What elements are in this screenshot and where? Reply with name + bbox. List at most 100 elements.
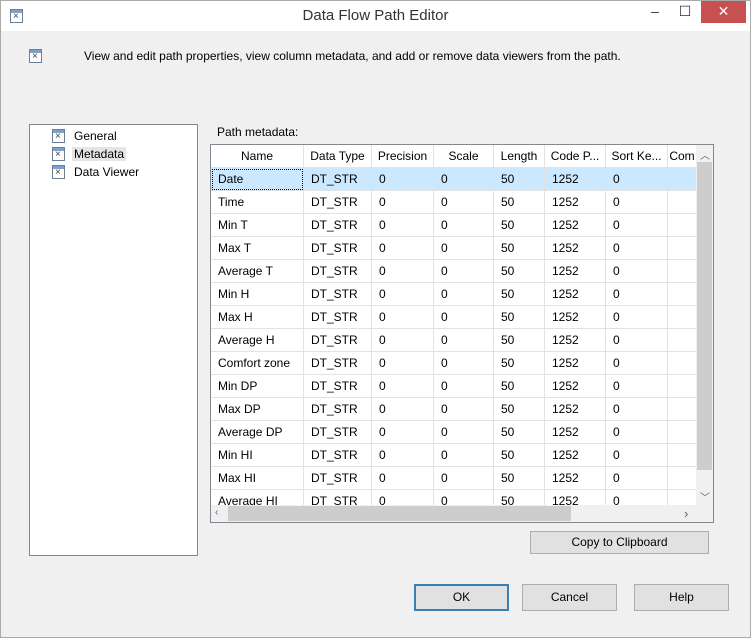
grid-cell: 0	[606, 444, 668, 467]
grid-cell: 1252	[545, 237, 606, 260]
table-row[interactable]: Time DT_STR 0 0 50 1252 0	[211, 191, 697, 214]
grid-cell: 0	[372, 467, 434, 490]
grid-cell: 0	[434, 352, 494, 375]
table-row[interactable]: Min H DT_STR 0 0 50 1252 0	[211, 283, 697, 306]
scroll-down-icon[interactable]: ﹀	[700, 489, 710, 504]
grid-cell	[668, 191, 697, 214]
grid-cell: 50	[494, 214, 545, 237]
column-header[interactable]: Precision	[372, 145, 434, 168]
grid-cell: Max H	[211, 306, 304, 329]
grid-cell: 0	[372, 168, 434, 191]
grid-cell	[668, 329, 697, 352]
scroll-left-icon[interactable]: ‹	[215, 507, 218, 518]
grid-cell	[668, 444, 697, 467]
tree-item-data-viewer[interactable]: Data Viewer	[52, 163, 141, 180]
table-row[interactable]: Max H DT_STR 0 0 50 1252 0	[211, 306, 697, 329]
ok-button[interactable]: OK	[414, 584, 509, 611]
grid-cell	[668, 306, 697, 329]
tree-item-label: Metadata	[72, 146, 127, 161]
grid-cell: 1252	[545, 214, 606, 237]
maximize-button[interactable]: ☐	[670, 1, 700, 23]
column-header[interactable]: Code P...	[545, 145, 606, 168]
horizontal-scrollbar[interactable]: ‹ ›	[211, 505, 713, 522]
tree-item-general[interactable]: General	[52, 127, 119, 144]
table-row[interactable]: Comfort zone DT_STR 0 0 50 1252 0	[211, 352, 697, 375]
tree-item-label: General	[74, 128, 117, 143]
column-header[interactable]: Name	[211, 145, 304, 168]
table-row[interactable]: Max T DT_STR 0 0 50 1252 0	[211, 237, 697, 260]
column-header[interactable]: Data Type	[304, 145, 372, 168]
grid-cell: 0	[434, 306, 494, 329]
grid-cell: 0	[434, 191, 494, 214]
title-bar: Data Flow Path Editor – ☐ ✕	[1, 1, 750, 31]
copy-to-clipboard-button[interactable]: Copy to Clipboard	[530, 531, 709, 554]
grid-cell: 0	[606, 260, 668, 283]
grid-cell: DT_STR	[304, 191, 372, 214]
editor-icon	[29, 49, 42, 63]
page-icon	[52, 164, 65, 179]
help-button[interactable]: Help	[634, 584, 729, 611]
grid-cell: DT_STR	[304, 352, 372, 375]
minimize-button[interactable]: –	[640, 1, 670, 23]
table-row[interactable]: Max DP DT_STR 0 0 50 1252 0	[211, 398, 697, 421]
scroll-up-icon[interactable]: ︿	[700, 147, 710, 162]
grid-cell: Average DP	[211, 421, 304, 444]
grid-cell: 50	[494, 306, 545, 329]
grid-cell: 0	[434, 398, 494, 421]
grid-cell: 1252	[545, 467, 606, 490]
grid-cell: DT_STR	[304, 398, 372, 421]
grid-cell	[668, 467, 697, 490]
table-row[interactable]: Date DT_STR 0 0 50 1252 0	[211, 168, 697, 191]
grid-cell: 1252	[545, 352, 606, 375]
cancel-button[interactable]: Cancel	[522, 584, 617, 611]
grid-cell: 0	[434, 237, 494, 260]
grid-header-row[interactable]: Name Data Type Precision Scale Length Code P.…	[211, 145, 697, 168]
scroll-thumb[interactable]	[697, 162, 712, 470]
grid-cell: 50	[494, 168, 545, 191]
column-header[interactable]: Scale	[434, 145, 494, 168]
table-row[interactable]: Min T DT_STR 0 0 50 1252 0	[211, 214, 697, 237]
grid-cell: 0	[372, 237, 434, 260]
grid-cell	[668, 352, 697, 375]
grid-cell: 1252	[545, 191, 606, 214]
grid-cell: 0	[434, 168, 494, 191]
grid-cell: Average H	[211, 329, 304, 352]
metadata-grid[interactable]: Average HI DT_STR 0 0 50 1252 0 Max HI DT_STR 0 0 5…	[210, 144, 714, 523]
grid-cell: 0	[372, 214, 434, 237]
table-row[interactable]: Min HI DT_STR 0 0 50 1252 0	[211, 444, 697, 467]
grid-cell: Date	[211, 168, 304, 191]
table-row[interactable]: Average H DT_STR 0 0 50 1252 0	[211, 329, 697, 352]
grid-cell: Average T	[211, 260, 304, 283]
grid-cell: 0	[606, 467, 668, 490]
grid-cell: DT_STR	[304, 306, 372, 329]
table-row[interactable]: Average DP DT_STR 0 0 50 1252 0	[211, 421, 697, 444]
close-button[interactable]: ✕	[701, 1, 746, 23]
grid-cell: DT_STR	[304, 168, 372, 191]
grid-cell: 0	[606, 375, 668, 398]
grid-cell: 0	[372, 283, 434, 306]
table-row[interactable]: Average T DT_STR 0 0 50 1252 0	[211, 260, 697, 283]
column-header[interactable]: Length	[494, 145, 545, 168]
column-header[interactable]: Com	[668, 145, 697, 168]
grid-cell: 1252	[545, 375, 606, 398]
grid-cell: 50	[494, 467, 545, 490]
grid-cell: 0	[372, 329, 434, 352]
grid-cell: 50	[494, 237, 545, 260]
grid-cell: 1252	[545, 421, 606, 444]
description-text: View and edit path properties, view colu…	[84, 49, 621, 63]
grid-cell: 1252	[545, 168, 606, 191]
column-header[interactable]: Sort Ke...	[606, 145, 668, 168]
tree-item-metadata[interactable]: Metadata	[52, 145, 127, 162]
table-row[interactable]: Min DP DT_STR 0 0 50 1252 0	[211, 375, 697, 398]
grid-cell: 1252	[545, 260, 606, 283]
grid-cell: 0	[606, 168, 668, 191]
scroll-right-icon[interactable]: ›	[684, 506, 688, 521]
grid-cell: 0	[606, 214, 668, 237]
scroll-thumb[interactable]	[228, 506, 571, 521]
grid-cell: 0	[606, 329, 668, 352]
vertical-scrollbar[interactable]: ︿ ﹀	[696, 145, 713, 506]
grid-cell: 0	[606, 283, 668, 306]
grid-cell: 0	[606, 306, 668, 329]
table-row[interactable]: Max HI DT_STR 0 0 50 1252 0	[211, 467, 697, 490]
grid-cell: DT_STR	[304, 329, 372, 352]
